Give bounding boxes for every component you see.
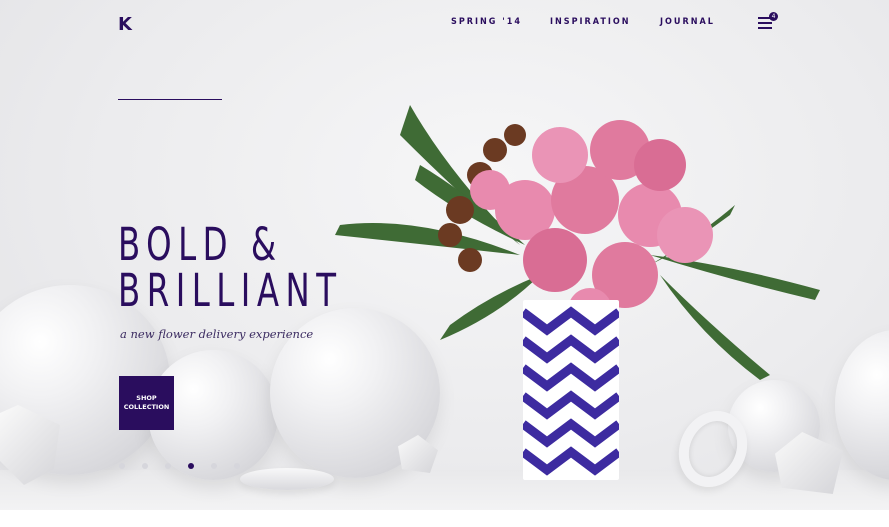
- nav-link-spring[interactable]: SPRING '14: [451, 17, 522, 27]
- slide-dot-5[interactable]: [211, 463, 217, 469]
- nav-link-inspiration[interactable]: INSPIRATION: [550, 17, 631, 27]
- page-bottom: [0, 510, 889, 527]
- hero-headline: BOLD & BRILLIANT: [118, 222, 342, 314]
- hero-subline: a new flower delivery experience: [120, 327, 314, 341]
- nav-link-journal[interactable]: JOURNAL: [660, 17, 715, 27]
- shop-collection-button[interactable]: SHOP COLLECTION: [119, 376, 174, 430]
- cta-line-2: COLLECTION: [123, 403, 170, 411]
- slide-dot-3[interactable]: [165, 463, 171, 469]
- slide-dot-1[interactable]: [119, 463, 125, 469]
- slide-dot-6[interactable]: [234, 463, 240, 469]
- accent-rule: [118, 99, 222, 100]
- slide-dot-2[interactable]: [142, 463, 148, 469]
- chevron-vase: [523, 300, 619, 480]
- hero-section: K SPRING '14 INSPIRATION JOURNAL 4 BOLD …: [0, 0, 889, 510]
- brand-logo[interactable]: K: [118, 14, 132, 35]
- decor-sphere: [835, 330, 889, 480]
- slide-dot-4[interactable]: [188, 463, 194, 469]
- cta-line-1: SHOP: [136, 394, 157, 402]
- headline-line-2: BRILLIANT: [118, 264, 343, 317]
- decor-disc: [240, 468, 334, 490]
- cart-badge: 4: [769, 12, 778, 21]
- slide-indicators: [119, 463, 240, 469]
- floor-surface: [0, 470, 889, 510]
